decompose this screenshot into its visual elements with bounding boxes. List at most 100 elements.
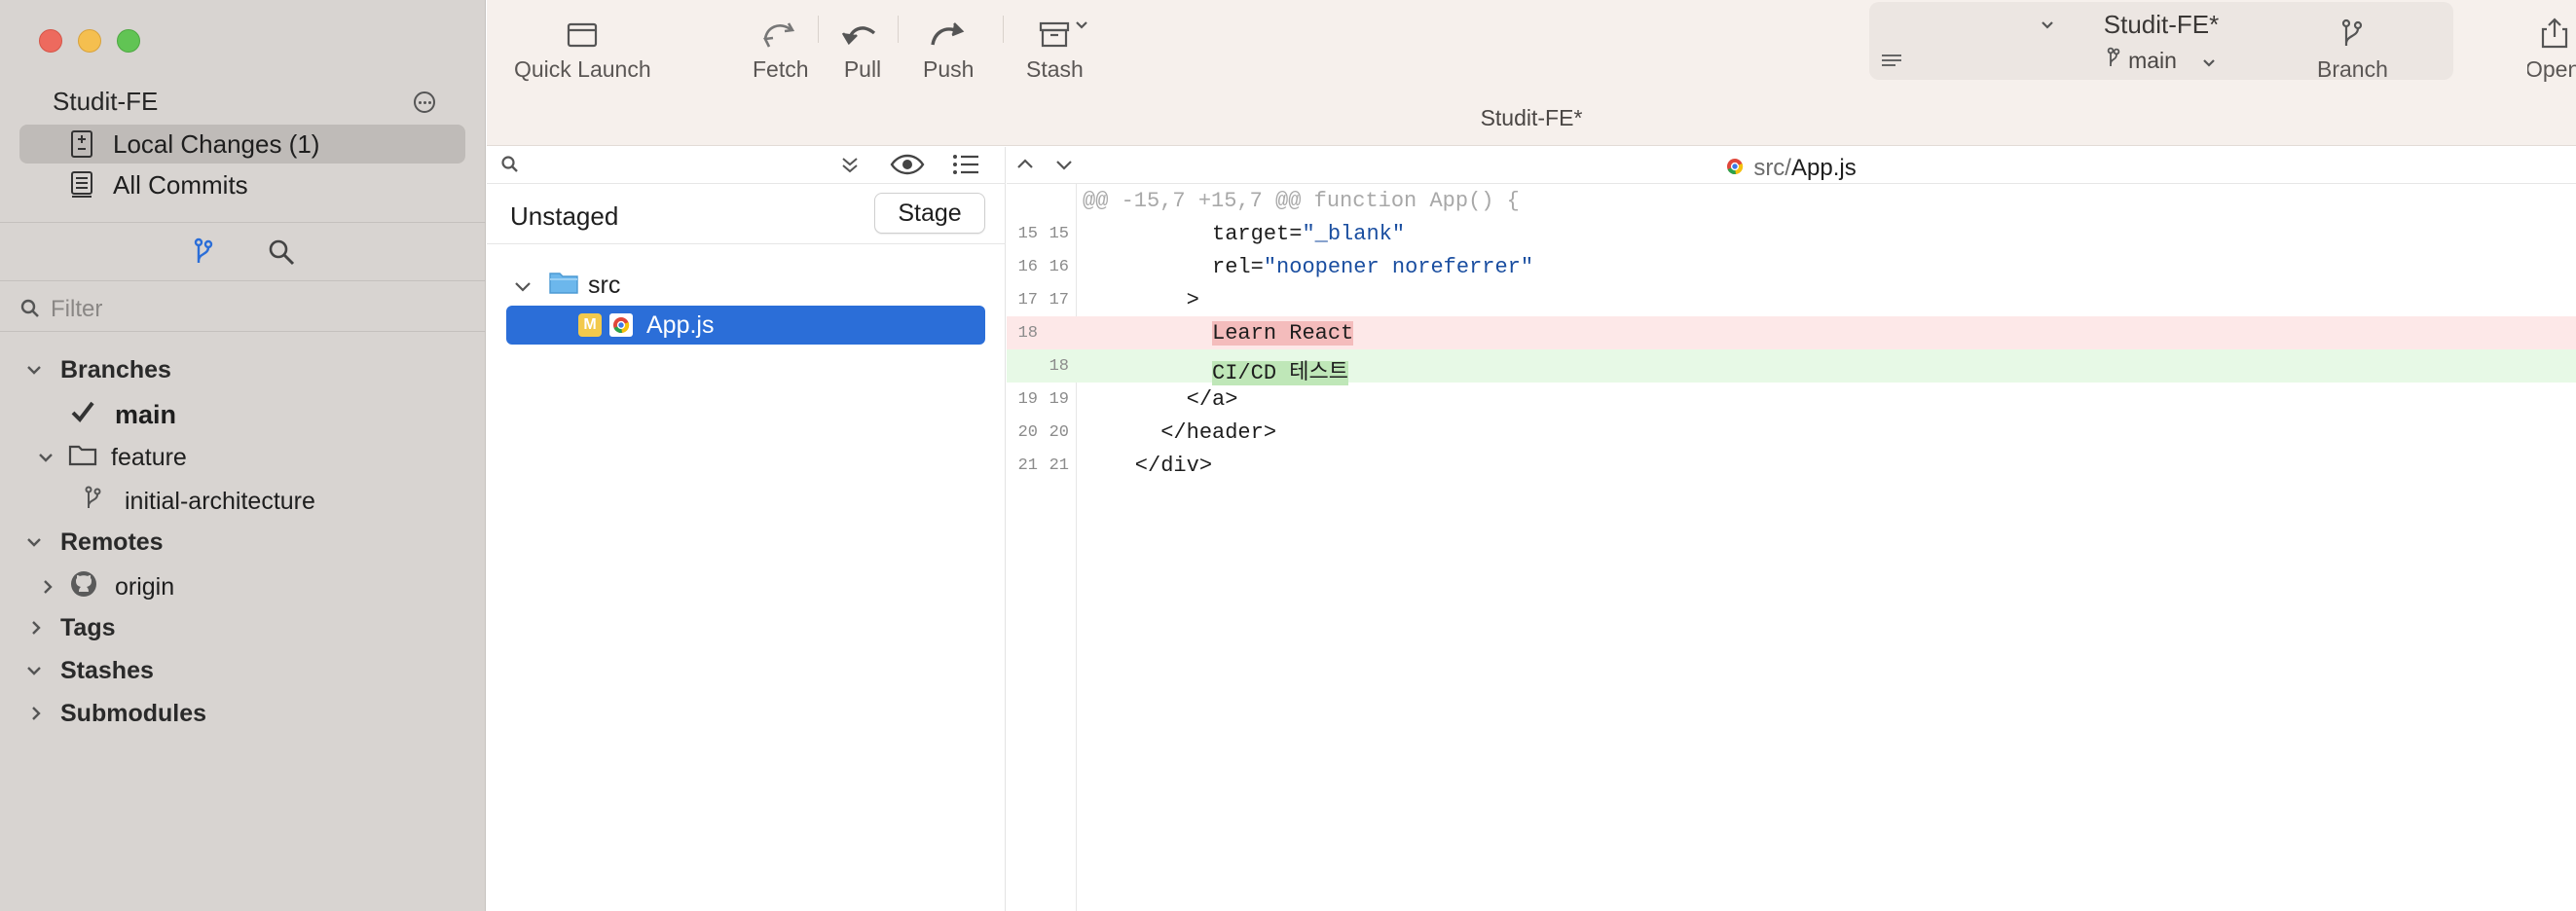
new-line-number: 21	[1049, 456, 1069, 475]
code-string: "_blank"	[1302, 222, 1406, 246]
diff-line: 21 21 </div>	[1007, 449, 2576, 482]
zoom-window-button[interactable]	[117, 29, 140, 53]
close-window-button[interactable]	[39, 29, 62, 53]
diff-header: src/App.js	[1007, 147, 2576, 184]
code-attr: target=	[1212, 222, 1303, 246]
list-view-icon[interactable]	[952, 153, 979, 181]
toolbar-label: Quick Launch	[514, 56, 651, 82]
stage-button[interactable]: Stage	[874, 193, 985, 234]
tree-folder-feature[interactable]: feature	[37, 440, 187, 475]
toolbar-label: Fetch	[753, 56, 809, 82]
branch-button[interactable]: Branch	[2317, 0, 2388, 88]
old-line-number: 19	[1017, 390, 1038, 409]
chevron-right-icon	[27, 619, 45, 637]
chevron-right-icon	[39, 578, 56, 596]
branch-main[interactable]: main	[70, 397, 176, 432]
section-label: Submodules	[60, 699, 207, 727]
more-options-icon[interactable]	[414, 91, 435, 113]
branch-label: initial-architecture	[125, 487, 315, 515]
diff-line: 15 15 target="_blank"	[1007, 217, 2576, 250]
search-icon	[500, 155, 520, 179]
code: @@ -15,7 +15,7 @@ function App() {	[1083, 189, 1520, 213]
tree-section-branches[interactable]: Branches	[25, 352, 171, 387]
diff-file-path: src/App.js	[1007, 155, 2576, 182]
toolbar-label: Branch	[2317, 56, 2388, 82]
old-line-number: 16	[1017, 258, 1038, 276]
sidebar-item-label: Local Changes (1)	[113, 128, 320, 159]
branch-dropdown-chevron-icon[interactable]	[2041, 18, 2054, 35]
toolbar-label: Push	[923, 56, 975, 82]
chevron-down-icon	[37, 449, 55, 466]
chrome-icon	[609, 313, 633, 337]
chevron-down-icon	[25, 361, 43, 379]
folder-label: feature	[111, 443, 187, 471]
quick-launch-button[interactable]: Quick Launch	[514, 0, 651, 88]
toolbar-label: Stash	[1026, 56, 1084, 82]
section-label: Tags	[60, 613, 116, 641]
pull-button[interactable]: Pull	[841, 0, 884, 88]
new-line-number: 19	[1049, 390, 1069, 409]
code: </header>	[1084, 420, 1277, 445]
stash-button[interactable]: Stash	[1026, 0, 1084, 88]
chevron-down-icon	[2202, 48, 2216, 74]
path-file: App.js	[1790, 155, 1857, 181]
chevron-right-icon	[27, 705, 45, 722]
archive-icon	[1038, 10, 1071, 49]
chrome-icon	[1726, 155, 1744, 182]
path-dir: src/	[1753, 155, 1791, 181]
diff-line: 19 19 </a>	[1007, 383, 2576, 416]
unstaged-header: Unstaged Stage	[487, 184, 1006, 244]
divider	[818, 16, 819, 43]
divider	[0, 331, 486, 332]
collapse-all-icon[interactable]	[839, 155, 861, 181]
search-tab-icon[interactable]	[265, 236, 298, 269]
remote-origin[interactable]: origin	[39, 569, 174, 604]
folder-label: src	[588, 271, 621, 299]
minimize-window-button[interactable]	[78, 29, 101, 53]
code: </div>	[1084, 454, 1213, 478]
stash-dropdown-chevron-icon[interactable]	[1075, 18, 1088, 35]
code: Learn React	[1084, 321, 1354, 346]
sidebar-item-all-commits[interactable]: All Commits	[19, 165, 465, 204]
diff-pane: src/App.js @@ -15,7 +15,7 @@ function Ap…	[1007, 147, 2576, 911]
branch-icon	[2340, 10, 2364, 49]
tree-section-submodules[interactable]: Submodules	[27, 696, 206, 731]
sidebar-item-local-changes[interactable]: Local Changes (1)	[19, 125, 465, 164]
deleted-text: Learn React	[1212, 321, 1354, 346]
push-button[interactable]: Push	[923, 0, 974, 88]
old-line-number: 17	[1017, 291, 1038, 310]
code: >	[1084, 288, 1199, 312]
tree-section-tags[interactable]: Tags	[27, 610, 116, 645]
commits-icon	[68, 170, 95, 200]
fetch-button[interactable]: Fetch	[753, 0, 809, 88]
folder-row[interactable]: src	[506, 266, 985, 305]
chevron-down-icon	[25, 533, 43, 551]
tree-section-remotes[interactable]: Remotes	[25, 525, 164, 560]
window-title: Studit-FE*	[1480, 105, 1583, 130]
branch-tab-icon[interactable]	[187, 236, 220, 269]
diff-line: 20 20 </header>	[1007, 416, 2576, 449]
remote-label: origin	[115, 572, 175, 601]
eye-icon[interactable]	[890, 153, 925, 181]
branch-initial-architecture[interactable]: initial-architecture	[84, 484, 315, 519]
github-icon	[70, 570, 97, 604]
file-search-bar[interactable]	[487, 147, 1006, 184]
diff-line-deleted: 18 Learn React	[1007, 316, 2576, 349]
old-line-number: 20	[1017, 423, 1038, 442]
open-button[interactable]: Open	[2527, 0, 2576, 88]
filter-input[interactable]: Filter	[0, 290, 486, 329]
toolbar-label: Open	[2527, 56, 2576, 82]
section-label: Remotes	[60, 528, 164, 556]
section-title: Unstaged	[510, 201, 619, 231]
sidebar: Studit-FE Local Changes (1) All Commits …	[0, 0, 486, 911]
file-pane: Unstaged Stage src M App.js	[487, 147, 1006, 911]
file-row[interactable]: M App.js	[506, 306, 985, 345]
tree-section-stashes[interactable]: Stashes	[25, 653, 154, 688]
divider	[0, 222, 486, 223]
branch-icon	[2107, 47, 2120, 74]
chevron-down-icon	[25, 662, 43, 679]
doc-diff-icon	[68, 129, 95, 159]
modified-badge: M	[578, 313, 602, 337]
